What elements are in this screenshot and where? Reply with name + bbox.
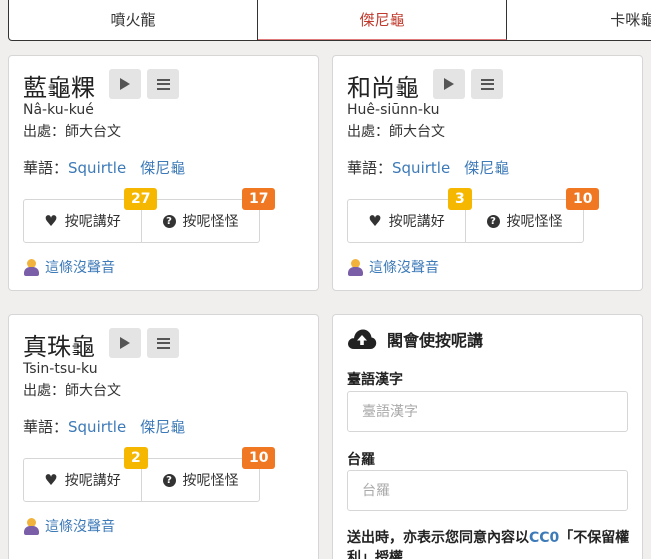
play-button[interactable] — [433, 69, 465, 99]
mandarin-link[interactable]: Squirtle — [392, 159, 450, 177]
play-button[interactable] — [109, 69, 141, 99]
play-button[interactable] — [109, 328, 141, 358]
odd-count-badge: 10 — [566, 188, 600, 210]
license-note-prefix: 送出時，亦表示您同意內容以 — [347, 530, 529, 546]
like-count-badge: 27 — [124, 188, 158, 210]
like-count-badge: 3 — [448, 188, 472, 210]
romanization: Huê-siūnn-ku — [347, 102, 440, 118]
tab-bar: 噴火龍 傑尼龜 卡咪龜 — [8, 0, 651, 41]
mandarin-link[interactable]: 傑尼龜 — [464, 159, 509, 177]
odd-label: 按呢怪怪 — [506, 214, 563, 230]
cloud-upload-icon — [348, 329, 377, 349]
word-card: 和尚龜 Huê-siūnn-ku 出處：師大台文 華語：Squirtle 傑尼龜 … — [332, 55, 643, 291]
mandarin-label: 華語： — [347, 159, 393, 177]
source: 出處：師大台文 — [23, 383, 121, 399]
mandarin-link[interactable]: Squirtle — [68, 418, 126, 436]
vote-group: ♥ 按呢講好 ? 按呢怪怪 27 17 — [23, 188, 276, 243]
odd-count-badge: 17 — [242, 188, 276, 210]
person-raising-hand-icon — [347, 258, 364, 276]
word-card: 真珠龜 Tsin-tsu-ku 出處：師大台文 華語：Squirtle 傑尼龜 ♥… — [8, 314, 319, 559]
question-circle-icon: ? — [162, 473, 176, 487]
hanji-label: 臺語漢字 — [347, 372, 403, 388]
list-button[interactable] — [147, 328, 179, 358]
list-icon — [156, 78, 170, 90]
no-sound-link[interactable]: 這條沒聲音 — [347, 257, 439, 277]
list-icon — [156, 337, 170, 349]
person-raising-hand-icon — [23, 517, 40, 535]
source: 出處：師大台文 — [347, 124, 445, 140]
romanization: Nâ-ku-kué — [23, 102, 94, 118]
like-label: 按呢講好 — [64, 214, 121, 230]
no-sound-label: 這條沒聲音 — [45, 519, 115, 535]
mandarin-row: 華語：Squirtle 傑尼龜 — [23, 416, 199, 437]
tab-charmander[interactable]: 噴火龍 — [9, 0, 259, 40]
hanji-input[interactable] — [347, 391, 628, 432]
no-sound-link[interactable]: 這條沒聲音 — [23, 516, 115, 536]
form-title: 閣會使按呢講 — [387, 331, 484, 350]
like-label: 按呢講好 — [388, 214, 445, 230]
no-sound-label: 這條沒聲音 — [45, 260, 115, 276]
list-icon — [480, 78, 494, 90]
no-sound-link[interactable]: 這條沒聲音 — [23, 257, 115, 277]
odd-label: 按呢怪怪 — [182, 473, 239, 489]
form-header: 閣會使按呢講 — [347, 327, 483, 351]
heart-icon: ♥ — [44, 471, 58, 489]
word-title: 藍龜粿 — [23, 74, 95, 102]
mandarin-row: 華語：Squirtle 傑尼龜 — [23, 157, 199, 178]
question-circle-icon: ? — [162, 214, 176, 228]
license-note: 送出時，亦表示您同意內容以CC0「不保留權利」授權 — [347, 528, 637, 559]
source: 出處：師大台文 — [23, 124, 121, 140]
mandarin-link[interactable]: 傑尼龜 — [140, 418, 185, 436]
romanization: Tsin-tsu-ku — [23, 361, 98, 377]
mandarin-link[interactable]: 傑尼龜 — [140, 159, 185, 177]
word-title: 和尚龜 — [347, 74, 419, 102]
mandarin-link[interactable]: Squirtle — [68, 159, 126, 177]
play-icon — [120, 78, 130, 90]
submit-form-card: 閣會使按呢講 臺語漢字 台羅 送出時，亦表示您同意內容以CC0「不保留權利」授權 — [332, 314, 643, 559]
cc0-link[interactable]: CC0 — [529, 530, 559, 546]
lomaji-label: 台羅 — [347, 452, 375, 468]
no-sound-label: 這條沒聲音 — [369, 260, 439, 276]
vote-group: ♥ 按呢講好 ? 按呢怪怪 3 10 — [347, 188, 600, 243]
odd-count-badge: 10 — [242, 447, 276, 469]
heart-icon: ♥ — [44, 212, 58, 230]
like-label: 按呢講好 — [64, 473, 121, 489]
mandarin-label: 華語： — [23, 159, 69, 177]
word-card: 藍龜粿 Nâ-ku-kué 出處：師大台文 華語：Squirtle 傑尼龜 ♥ 按呢… — [8, 55, 319, 291]
list-button[interactable] — [147, 69, 179, 99]
like-count-badge: 2 — [124, 447, 148, 469]
play-icon — [120, 337, 130, 349]
play-icon — [444, 78, 454, 90]
mandarin-row: 華語：Squirtle 傑尼龜 — [347, 157, 523, 178]
list-button[interactable] — [471, 69, 503, 99]
odd-label: 按呢怪怪 — [182, 214, 239, 230]
lomaji-input[interactable] — [347, 470, 628, 511]
mandarin-label: 華語： — [23, 418, 69, 436]
tab-wartortle[interactable]: 卡咪龜 — [507, 0, 651, 40]
word-title: 真珠龜 — [23, 333, 95, 361]
person-raising-hand-icon — [23, 258, 40, 276]
heart-icon: ♥ — [368, 212, 382, 230]
question-circle-icon: ? — [486, 214, 500, 228]
vote-group: ♥ 按呢講好 ? 按呢怪怪 2 10 — [23, 447, 276, 502]
tab-squirtle[interactable]: 傑尼龜 — [258, 0, 508, 40]
